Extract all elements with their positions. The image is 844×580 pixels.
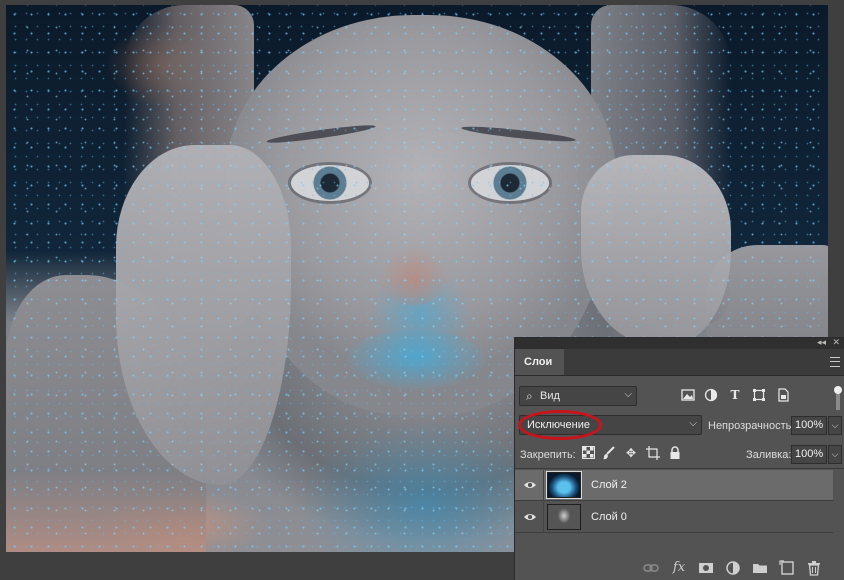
toggle-track — [836, 394, 840, 410]
lock-fill-row: Закрепить: ✥ Заливка: 100% ⌵ — [515, 443, 844, 465]
visibility-toggle[interactable] — [515, 502, 544, 533]
layer-filter-row: ⌕ Вид ⌵ T — [515, 386, 844, 410]
search-icon: ⌕ — [526, 389, 533, 403]
lock-image-pixels-icon[interactable] — [602, 446, 616, 460]
opacity-dropdown-button[interactable]: ⌵ — [828, 416, 842, 435]
smart-object-filter-icon[interactable] — [776, 388, 790, 402]
eye-icon — [524, 482, 536, 488]
shape-layer-filter-icon[interactable] — [752, 388, 766, 402]
new-layer-icon[interactable] — [779, 560, 795, 576]
blend-mode-value: Исключение — [527, 419, 590, 431]
fill-field[interactable]: 100% — [791, 445, 827, 464]
chevron-down-icon: ⌵ — [624, 389, 632, 400]
layer-filter-kind-select[interactable]: ⌕ Вид ⌵ — [519, 386, 637, 406]
filter-toggle-switch[interactable] — [833, 386, 842, 410]
tab-layers[interactable]: Слои — [515, 349, 565, 375]
panel-tabbar: Слои — [515, 349, 844, 376]
add-mask-icon[interactable] — [698, 560, 714, 576]
layer-name[interactable]: Слой 0 — [591, 511, 627, 523]
opacity-field[interactable]: 100% — [791, 416, 827, 435]
close-icon[interactable]: ✕ — [832, 337, 840, 348]
layers-list: Слой 2 Слой 0 — [515, 468, 844, 549]
lock-artboard-icon[interactable] — [646, 446, 660, 460]
link-layers-icon[interactable] — [643, 560, 659, 576]
chevron-down-icon: ⌵ — [689, 418, 697, 429]
lock-label: Закрепить: — [520, 449, 576, 461]
adjustment-layer-icon[interactable] — [725, 560, 741, 576]
eye-icon — [524, 514, 536, 520]
blend-mode-select[interactable]: Исключение ⌵ — [519, 415, 702, 435]
trash-icon[interactable] — [806, 560, 822, 576]
collapse-panel-icon[interactable]: ◂◂ — [817, 337, 826, 348]
layer-name[interactable]: Слой 2 — [591, 479, 627, 491]
layer-row-sloi-0[interactable]: Слой 0 — [515, 502, 833, 533]
panel-titlebar[interactable]: ◂◂ ✕ — [515, 337, 844, 349]
opacity-label: Непрозрачность: — [708, 420, 795, 432]
toggle-knob — [834, 386, 842, 394]
layers-panel: ◂◂ ✕ Слои ⌕ Вид ⌵ T Исключение ⌵ Непрозр… — [514, 337, 844, 580]
filter-kind-label: Вид — [540, 390, 560, 402]
new-group-icon[interactable] — [752, 560, 768, 576]
lock-position-icon[interactable]: ✥ — [624, 446, 638, 460]
fx-icon[interactable]: fx — [671, 560, 687, 576]
pixel-layer-filter-icon[interactable] — [681, 388, 695, 402]
fill-label: Заливка: — [746, 449, 792, 461]
fill-dropdown-button[interactable]: ⌵ — [828, 445, 842, 464]
blend-opacity-row: Исключение ⌵ Непрозрачность: 100% ⌵ — [515, 410, 844, 440]
layer-row-sloi-2[interactable]: Слой 2 — [515, 470, 833, 501]
layer-thumbnail[interactable] — [547, 504, 581, 530]
visibility-toggle[interactable] — [515, 470, 544, 501]
lock-transparent-pixels-icon[interactable] — [581, 446, 595, 460]
layer-thumbnail[interactable] — [546, 471, 582, 499]
panel-menu-icon[interactable] — [830, 357, 840, 367]
panel-footer: fx — [515, 555, 844, 580]
adjustment-layer-filter-icon[interactable] — [704, 388, 718, 402]
lock-all-icon[interactable] — [668, 446, 682, 460]
type-layer-filter-icon[interactable]: T — [728, 388, 742, 402]
